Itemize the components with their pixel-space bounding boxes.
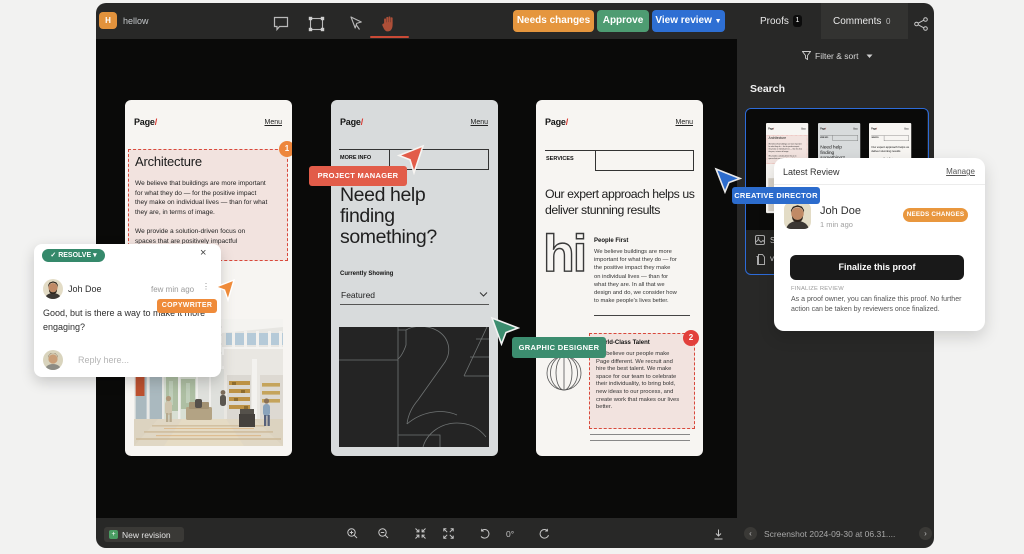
- svg-text:hi: hi: [543, 230, 585, 274]
